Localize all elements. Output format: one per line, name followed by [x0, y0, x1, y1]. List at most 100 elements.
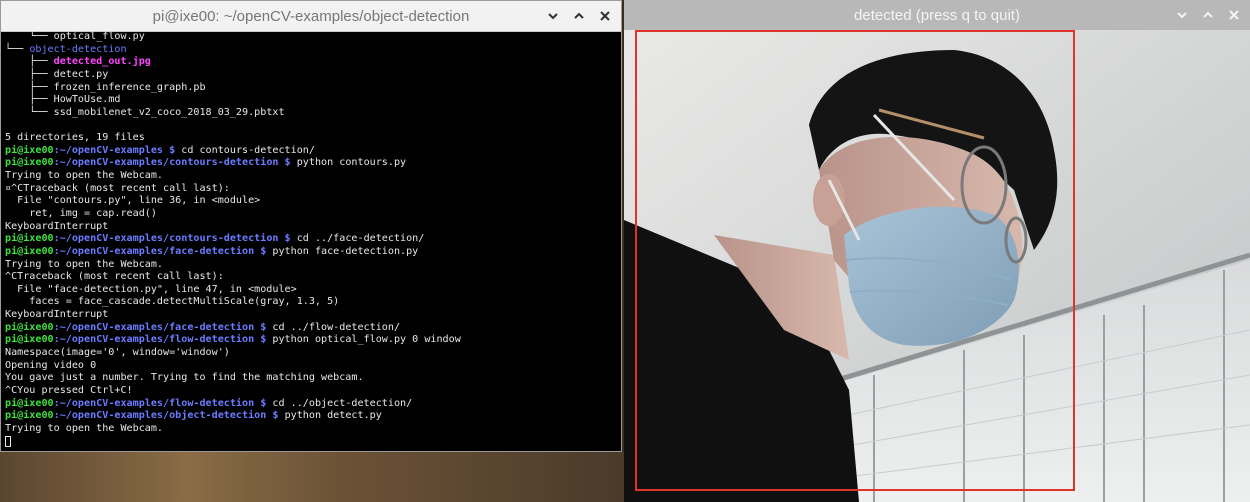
terminal-segment: python detect.py — [284, 410, 382, 422]
terminal-line: └── object-detection — [5, 44, 619, 57]
terminal-line: pi@ixe00:~/openCV-examples $ cd contours… — [5, 145, 619, 158]
terminal-line: ¤^CTraceback (most recent call last): — [5, 183, 619, 196]
terminal-line: ├── detected_out.jpg — [5, 56, 619, 69]
minimize-button[interactable] — [1172, 5, 1192, 25]
terminal-line: 5 directories, 19 files — [5, 132, 619, 145]
webcam-image — [624, 30, 1250, 502]
terminal-segment: ├── — [5, 56, 54, 68]
terminal-segment: ssd_mobilenet_v2_coco_2018_03_29.pbtxt — [53, 106, 285, 118]
terminal-segment: ├── — [5, 94, 54, 106]
terminal-segment: :~/openCV-examples — [53, 144, 164, 156]
terminal-segment: Namespace(image='0', window='window') — [5, 347, 230, 359]
terminal-segment: File "contours.py", line 36, in <module> — [5, 195, 261, 207]
terminal-segment: python optical_flow.py 0 window — [272, 334, 461, 346]
terminal-segment: cd contours-detection/ — [181, 144, 315, 156]
terminal-segment: └── — [5, 106, 54, 118]
terminal-segment: pi@ixe00 — [5, 334, 54, 346]
terminal-line: ret, img = cap.read() — [5, 208, 619, 221]
terminal-segment: :~/openCV-examples/contours-detection — [53, 157, 279, 169]
terminal-line: KeyboardInterrupt — [5, 309, 619, 322]
terminal-segment: detected_out.jpg — [53, 56, 151, 68]
terminal-segment: $ — [278, 233, 297, 245]
camera-title: detected (press q to quit) — [854, 6, 1020, 24]
terminal-segment: 5 directories, 19 files — [5, 132, 145, 144]
terminal-line: pi@ixe00:~/openCV-examples/face-detectio… — [5, 246, 619, 259]
terminal-segment: frozen_inference_graph.pb — [53, 81, 206, 93]
terminal-line: ^CTraceback (most recent call last): — [5, 271, 619, 284]
terminal-segment: $ — [163, 144, 182, 156]
maximize-button[interactable] — [569, 6, 589, 26]
terminal-segment: └── — [5, 31, 54, 42]
close-icon — [1229, 10, 1239, 20]
terminal-segment: :~/openCV-examples/face-detection — [53, 321, 255, 333]
terminal-segment: ^CYou pressed Ctrl+C! — [5, 384, 133, 396]
terminal-line: └── ssd_mobilenet_v2_coco_2018_03_29.pbt… — [5, 107, 619, 120]
close-button[interactable] — [595, 6, 615, 26]
close-icon — [600, 11, 610, 21]
maximize-button[interactable] — [1198, 5, 1218, 25]
terminal-line: Trying to open the Webcam. — [5, 423, 619, 436]
terminal-segment: :~/openCV-examples/object-detection — [53, 410, 267, 422]
terminal-segment: :~/openCV-examples/contours-detection — [53, 233, 279, 245]
terminal-segment: KeyboardInterrupt — [5, 309, 109, 321]
terminal-segment: Trying to open the Webcam. — [5, 258, 164, 270]
desktop-wallpaper — [0, 452, 624, 502]
terminal-segment: $ — [254, 245, 273, 257]
chevron-down-icon — [548, 13, 558, 20]
terminal-segment: :~/openCV-examples/flow-detection — [53, 397, 255, 409]
terminal-output[interactable]: └── optical_flow.py └── object-detection … — [5, 31, 619, 449]
terminal-segment: cd ../face-detection/ — [296, 233, 425, 245]
terminal-segment: Trying to open the Webcam. — [5, 422, 164, 434]
terminal-segment: python face-detection.py — [272, 245, 419, 257]
camera-titlebar[interactable]: detected (press q to quit) — [624, 0, 1250, 30]
terminal-segment: python contours.py — [296, 157, 407, 169]
terminal-segment: pi@ixe00 — [5, 245, 54, 257]
terminal-line: File "contours.py", line 36, in <module> — [5, 195, 619, 208]
terminal-line: Opening video 0 — [5, 360, 619, 373]
terminal-window[interactable]: pi@ixe00: ~/openCV-examples/object-detec… — [0, 0, 622, 452]
minimize-button[interactable] — [543, 6, 563, 26]
terminal-segment: pi@ixe00 — [5, 410, 54, 422]
terminal-segment: └── — [5, 43, 30, 55]
terminal-segment: optical_flow.py — [53, 31, 145, 42]
terminal-segment: object-detection — [29, 43, 127, 55]
terminal-line: pi@ixe00:~/openCV-examples/face-detectio… — [5, 322, 619, 335]
terminal-line: Namespace(image='0', window='window') — [5, 347, 619, 360]
terminal-segment: KeyboardInterrupt — [5, 220, 109, 232]
camera-window[interactable]: detected (press q to quit) — [624, 0, 1250, 502]
terminal-line: ^CYou pressed Ctrl+C! — [5, 385, 619, 398]
terminal-line: ├── detect.py — [5, 69, 619, 82]
terminal-titlebar[interactable]: pi@ixe00: ~/openCV-examples/object-detec… — [1, 1, 621, 32]
terminal-segment: pi@ixe00 — [5, 233, 54, 245]
terminal-segment: Trying to open the Webcam. — [5, 170, 164, 182]
terminal-line: └── optical_flow.py — [5, 31, 619, 44]
terminal-segment: ¤^CTraceback (most recent call last): — [5, 182, 230, 194]
chevron-up-icon — [1203, 11, 1213, 18]
terminal-line: ├── frozen_inference_graph.pb — [5, 82, 619, 95]
terminal-segment: ^CTraceback (most recent call last): — [5, 271, 224, 283]
chevron-down-icon — [1177, 12, 1187, 19]
terminal-segment: :~/openCV-examples/flow-detection — [53, 334, 255, 346]
terminal-line — [5, 435, 619, 449]
camera-window-controls — [1172, 0, 1244, 30]
terminal-segment: detect.py — [53, 68, 109, 80]
close-button[interactable] — [1224, 5, 1244, 25]
terminal-segment: cd ../object-detection/ — [272, 397, 413, 409]
terminal-segment: HowToUse.md — [53, 94, 121, 106]
terminal-line: pi@ixe00:~/openCV-examples/object-detect… — [5, 410, 619, 423]
terminal-line: You gave just a number. Trying to find t… — [5, 372, 619, 385]
terminal-line: faces = face_cascade.detectMultiScale(gr… — [5, 296, 619, 309]
terminal-cursor — [5, 435, 11, 447]
terminal-segment: pi@ixe00 — [5, 144, 54, 156]
terminal-line: pi@ixe00:~/openCV-examples/contours-dete… — [5, 233, 619, 246]
terminal-line: KeyboardInterrupt — [5, 221, 619, 234]
terminal-line: ├── HowToUse.md — [5, 94, 619, 107]
terminal-segment: File "face-detection.py", line 47, in <m… — [5, 283, 297, 295]
terminal-segment: ├── — [5, 68, 54, 80]
terminal-segment: faces = face_cascade.detectMultiScale(gr… — [5, 296, 340, 308]
terminal-segment: pi@ixe00 — [5, 157, 54, 169]
terminal-segment: $ — [254, 321, 273, 333]
terminal-segment: Opening video 0 — [5, 359, 97, 371]
terminal-segment: $ — [254, 397, 273, 409]
